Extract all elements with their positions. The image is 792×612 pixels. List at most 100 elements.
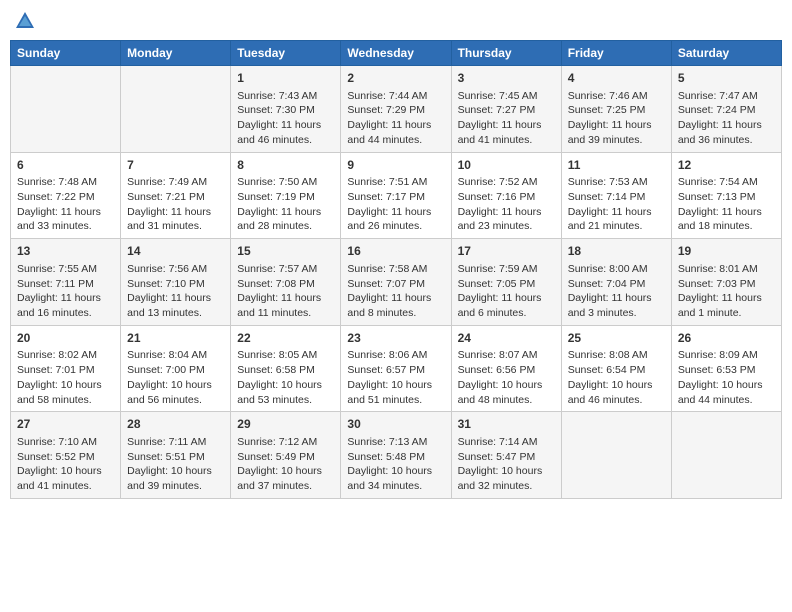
day-number: 4 (568, 70, 665, 87)
day-number: 19 (678, 243, 775, 260)
day-number: 30 (347, 416, 444, 433)
calendar-cell: 27 Sunrise: 7:10 AMSunset: 5:52 PMDayligh… (11, 412, 121, 499)
day-number: 11 (568, 157, 665, 174)
day-info: Sunrise: 7:44 AMSunset: 7:29 PMDaylight:… (347, 89, 444, 148)
col-header-friday: Friday (561, 41, 671, 66)
day-info: Sunrise: 7:12 AMSunset: 5:49 PMDaylight:… (237, 435, 334, 494)
day-info: Sunrise: 7:45 AMSunset: 7:27 PMDaylight:… (458, 89, 555, 148)
day-info: Sunrise: 8:07 AMSunset: 6:56 PMDaylight:… (458, 348, 555, 407)
day-info: Sunrise: 7:14 AMSunset: 5:47 PMDaylight:… (458, 435, 555, 494)
day-number: 21 (127, 330, 224, 347)
day-info: Sunrise: 7:46 AMSunset: 7:25 PMDaylight:… (568, 89, 665, 148)
day-info: Sunrise: 8:04 AMSunset: 7:00 PMDaylight:… (127, 348, 224, 407)
day-number: 27 (17, 416, 114, 433)
day-info: Sunrise: 7:55 AMSunset: 7:11 PMDaylight:… (17, 262, 114, 321)
day-number: 23 (347, 330, 444, 347)
logo-icon (14, 10, 36, 32)
day-number: 20 (17, 330, 114, 347)
calendar-cell: 2 Sunrise: 7:44 AMSunset: 7:29 PMDaylight… (341, 66, 451, 153)
day-info: Sunrise: 7:49 AMSunset: 7:21 PMDaylight:… (127, 175, 224, 234)
day-number: 29 (237, 416, 334, 433)
week-row-2: 6Sunrise: 7:48 AMSunset: 7:22 PMDaylight… (11, 152, 782, 239)
day-info: Sunrise: 7:51 AMSunset: 7:17 PMDaylight:… (347, 175, 444, 234)
day-info: Sunrise: 7:13 AMSunset: 5:48 PMDaylight:… (347, 435, 444, 494)
col-header-thursday: Thursday (451, 41, 561, 66)
day-number: 18 (568, 243, 665, 260)
day-info: Sunrise: 7:54 AMSunset: 7:13 PMDaylight:… (678, 175, 775, 234)
calendar-cell: 6Sunrise: 7:48 AMSunset: 7:22 PMDaylight… (11, 152, 121, 239)
calendar-cell: 29 Sunrise: 7:12 AMSunset: 5:49 PMDayligh… (231, 412, 341, 499)
day-info: Sunrise: 7:56 AMSunset: 7:10 PMDaylight:… (127, 262, 224, 321)
day-info: Sunrise: 8:00 AMSunset: 7:04 PMDaylight:… (568, 262, 665, 321)
calendar-cell: 17Sunrise: 7:59 AMSunset: 7:05 PMDayligh… (451, 239, 561, 326)
calendar-cell: 14Sunrise: 7:56 AMSunset: 7:10 PMDayligh… (121, 239, 231, 326)
day-info: Sunrise: 8:02 AMSunset: 7:01 PMDaylight:… (17, 348, 114, 407)
day-number: 26 (678, 330, 775, 347)
day-number: 1 (237, 70, 334, 87)
day-number: 8 (237, 157, 334, 174)
col-header-monday: Monday (121, 41, 231, 66)
calendar-cell: 31 Sunrise: 7:14 AMSunset: 5:47 PMDayligh… (451, 412, 561, 499)
calendar-cell: 16 Sunrise: 7:58 AMSunset: 7:07 PMDayligh… (341, 239, 451, 326)
calendar-cell: 10Sunrise: 7:52 AMSunset: 7:16 PMDayligh… (451, 152, 561, 239)
page-header (10, 10, 782, 32)
day-number: 24 (458, 330, 555, 347)
calendar-cell: 22Sunrise: 8:05 AMSunset: 6:58 PMDayligh… (231, 325, 341, 412)
day-number: 16 (347, 243, 444, 260)
calendar-cell: 8Sunrise: 7:50 AMSunset: 7:19 PMDaylight… (231, 152, 341, 239)
day-info: Sunrise: 7:58 AMSunset: 7:07 PMDaylight:… (347, 262, 444, 321)
day-info: Sunrise: 8:05 AMSunset: 6:58 PMDaylight:… (237, 348, 334, 407)
day-number: 12 (678, 157, 775, 174)
day-number: 3 (458, 70, 555, 87)
calendar-cell (121, 66, 231, 153)
calendar-cell: 1Sunrise: 7:43 AMSunset: 7:30 PMDaylight… (231, 66, 341, 153)
day-number: 25 (568, 330, 665, 347)
day-info: Sunrise: 7:11 AMSunset: 5:51 PMDaylight:… (127, 435, 224, 494)
col-header-wednesday: Wednesday (341, 41, 451, 66)
day-number: 31 (458, 416, 555, 433)
calendar-cell: 28Sunrise: 7:11 AMSunset: 5:51 PMDayligh… (121, 412, 231, 499)
day-number: 22 (237, 330, 334, 347)
calendar-cell: 21Sunrise: 8:04 AMSunset: 7:00 PMDayligh… (121, 325, 231, 412)
day-info: Sunrise: 8:09 AMSunset: 6:53 PMDaylight:… (678, 348, 775, 407)
day-info: Sunrise: 7:53 AMSunset: 7:14 PMDaylight:… (568, 175, 665, 234)
week-row-1: 1Sunrise: 7:43 AMSunset: 7:30 PMDaylight… (11, 66, 782, 153)
day-number: 6 (17, 157, 114, 174)
day-info: Sunrise: 7:57 AMSunset: 7:08 PMDaylight:… (237, 262, 334, 321)
calendar-cell: 23Sunrise: 8:06 AMSunset: 6:57 PMDayligh… (341, 325, 451, 412)
calendar-cell: 30 Sunrise: 7:13 AMSunset: 5:48 PMDayligh… (341, 412, 451, 499)
day-info: Sunrise: 7:59 AMSunset: 7:05 PMDaylight:… (458, 262, 555, 321)
calendar-cell: 5 Sunrise: 7:47 AMSunset: 7:24 PMDaylight… (671, 66, 781, 153)
calendar-cell: 4 Sunrise: 7:46 AMSunset: 7:25 PMDaylight… (561, 66, 671, 153)
day-number: 15 (237, 243, 334, 260)
day-info: Sunrise: 8:08 AMSunset: 6:54 PMDaylight:… (568, 348, 665, 407)
calendar-cell: 24Sunrise: 8:07 AMSunset: 6:56 PMDayligh… (451, 325, 561, 412)
calendar-cell: 18 Sunrise: 8:00 AMSunset: 7:04 PMDayligh… (561, 239, 671, 326)
logo (14, 10, 38, 32)
calendar-cell: 26Sunrise: 8:09 AMSunset: 6:53 PMDayligh… (671, 325, 781, 412)
header-row: SundayMondayTuesdayWednesdayThursdayFrid… (11, 41, 782, 66)
calendar-cell: 13 Sunrise: 7:55 AMSunset: 7:11 PMDayligh… (11, 239, 121, 326)
calendar-cell: 12Sunrise: 7:54 AMSunset: 7:13 PMDayligh… (671, 152, 781, 239)
day-info: Sunrise: 8:01 AMSunset: 7:03 PMDaylight:… (678, 262, 775, 321)
week-row-3: 13 Sunrise: 7:55 AMSunset: 7:11 PMDayligh… (11, 239, 782, 326)
calendar-cell (561, 412, 671, 499)
calendar-cell: 25Sunrise: 8:08 AMSunset: 6:54 PMDayligh… (561, 325, 671, 412)
day-info: Sunrise: 7:50 AMSunset: 7:19 PMDaylight:… (237, 175, 334, 234)
day-number: 2 (347, 70, 444, 87)
calendar-cell: 15 Sunrise: 7:57 AMSunset: 7:08 PMDayligh… (231, 239, 341, 326)
day-info: Sunrise: 7:10 AMSunset: 5:52 PMDaylight:… (17, 435, 114, 494)
calendar-cell: 7Sunrise: 7:49 AMSunset: 7:21 PMDaylight… (121, 152, 231, 239)
col-header-saturday: Saturday (671, 41, 781, 66)
calendar-cell: 20Sunrise: 8:02 AMSunset: 7:01 PMDayligh… (11, 325, 121, 412)
calendar-table: SundayMondayTuesdayWednesdayThursdayFrid… (10, 40, 782, 499)
calendar-cell (11, 66, 121, 153)
calendar-cell: 3 Sunrise: 7:45 AMSunset: 7:27 PMDaylight… (451, 66, 561, 153)
day-number: 13 (17, 243, 114, 260)
calendar-cell: 9Sunrise: 7:51 AMSunset: 7:17 PMDaylight… (341, 152, 451, 239)
col-header-tuesday: Tuesday (231, 41, 341, 66)
col-header-sunday: Sunday (11, 41, 121, 66)
day-info: Sunrise: 7:47 AMSunset: 7:24 PMDaylight:… (678, 89, 775, 148)
day-number: 7 (127, 157, 224, 174)
day-number: 5 (678, 70, 775, 87)
